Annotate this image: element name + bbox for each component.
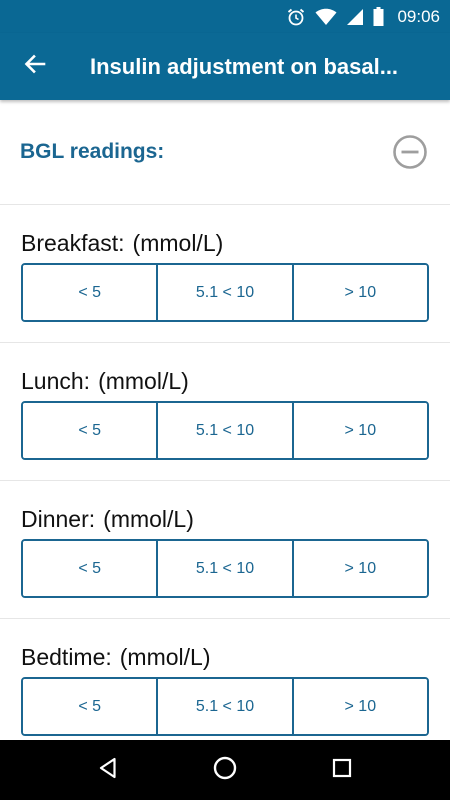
meal-unit: (mmol/L) — [119, 644, 211, 670]
status-bar: 09:06 — [0, 0, 450, 33]
battery-icon — [373, 7, 384, 26]
option-above-10-button[interactable]: > 10 — [291, 541, 427, 596]
meal-block-dinner: Dinner: (mmol/L) < 5 5.1 < 10 > 10 — [0, 481, 450, 619]
recents-square-icon — [331, 757, 353, 784]
option-above-10-button[interactable]: > 10 — [291, 679, 427, 734]
meal-unit: (mmol/L) — [98, 368, 189, 394]
option-below-5-button[interactable]: < 5 — [23, 265, 157, 320]
section-title: BGL readings: — [20, 140, 165, 163]
option-below-5-button[interactable]: < 5 — [23, 541, 157, 596]
bgl-option-group: < 5 5.1 < 10 > 10 — [21, 401, 429, 460]
status-icons: 09:06 — [286, 7, 440, 27]
home-circle-icon — [212, 755, 238, 786]
main-content[interactable]: BGL readings: Breakfast: (mmol/L) < 5 5.1… — [0, 100, 450, 740]
collapse-button[interactable] — [392, 134, 428, 170]
meal-name: Dinner: — [21, 506, 96, 532]
bgl-option-group: < 5 5.1 < 10 > 10 — [21, 539, 429, 598]
status-time: 09:06 — [397, 6, 440, 26]
back-triangle-icon — [96, 756, 120, 785]
bgl-readings-header[interactable]: BGL readings: — [0, 100, 450, 205]
minus-circle-icon — [392, 135, 428, 174]
wifi-icon — [315, 8, 337, 26]
meal-label: Lunch: (mmol/L) — [21, 343, 429, 401]
arrow-left-icon — [23, 52, 47, 81]
meal-block-breakfast: Breakfast: (mmol/L) < 5 5.1 < 10 > 10 — [0, 205, 450, 343]
meal-name: Bedtime: — [21, 644, 112, 670]
system-nav-bar — [0, 740, 450, 800]
back-button[interactable] — [0, 33, 70, 100]
nav-recents-button[interactable] — [317, 745, 367, 795]
option-5-to-10-button[interactable]: 5.1 < 10 — [156, 265, 292, 320]
meal-name: Breakfast: — [21, 230, 125, 256]
nav-home-button[interactable] — [200, 745, 250, 795]
option-5-to-10-button[interactable]: 5.1 < 10 — [156, 403, 292, 458]
signal-icon — [346, 8, 364, 26]
app-bar: Insulin adjustment on basal... — [0, 33, 450, 100]
alarm-icon — [286, 7, 306, 27]
page-title: Insulin adjustment on basal... — [90, 53, 399, 79]
option-below-5-button[interactable]: < 5 — [23, 679, 157, 734]
option-5-to-10-button[interactable]: 5.1 < 10 — [156, 679, 292, 734]
meal-label: Bedtime: (mmol/L) — [21, 619, 429, 677]
meal-label: Breakfast: (mmol/L) — [21, 205, 429, 263]
meal-name: Lunch: — [21, 368, 91, 394]
meal-block-lunch: Lunch: (mmol/L) < 5 5.1 < 10 > 10 — [0, 343, 450, 481]
meal-block-bedtime: Bedtime: (mmol/L) < 5 5.1 < 10 > 10 — [0, 619, 450, 740]
option-5-to-10-button[interactable]: 5.1 < 10 — [156, 541, 292, 596]
bgl-option-group: < 5 5.1 < 10 > 10 — [21, 677, 429, 736]
option-above-10-button[interactable]: > 10 — [291, 265, 427, 320]
meal-unit: (mmol/L) — [132, 230, 224, 256]
bgl-option-group: < 5 5.1 < 10 > 10 — [21, 263, 429, 322]
option-above-10-button[interactable]: > 10 — [291, 403, 427, 458]
nav-back-button[interactable] — [83, 745, 133, 795]
option-below-5-button[interactable]: < 5 — [23, 403, 157, 458]
meal-label: Dinner: (mmol/L) — [21, 481, 429, 539]
meal-unit: (mmol/L) — [103, 506, 194, 532]
